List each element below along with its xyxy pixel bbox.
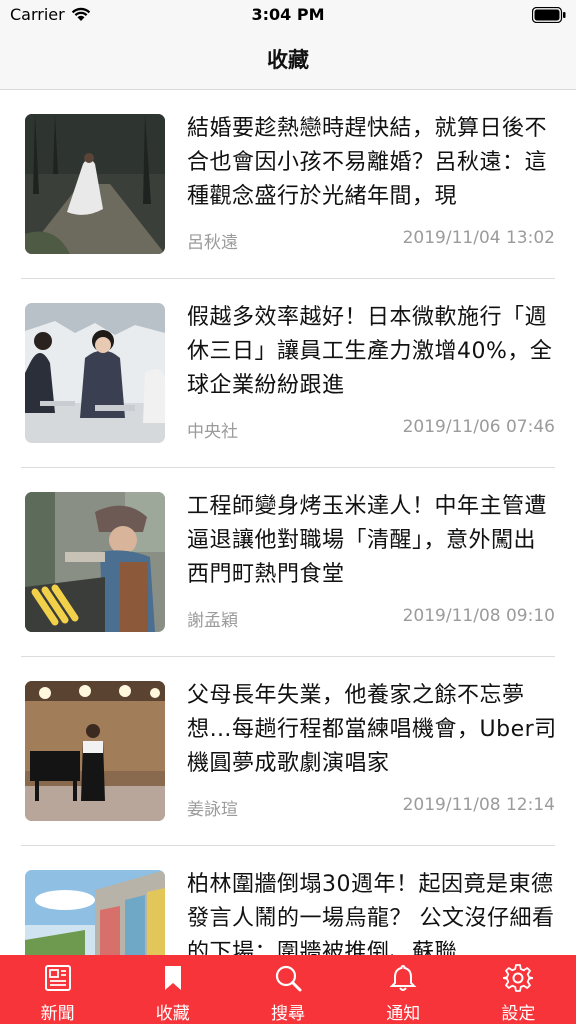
bookmark-icon bbox=[156, 961, 190, 995]
article-thumbnail bbox=[25, 114, 165, 254]
article-thumbnail bbox=[25, 492, 165, 632]
status-bar: Carrier 3:04 PM bbox=[0, 0, 576, 30]
article-title: 柏林圍牆倒塌30週年！起因竟是東德發言人鬧的一場烏龍？ 公文沒仔細看的下場：圍牆… bbox=[187, 872, 555, 955]
tab-bar: 新聞 收藏 搜尋 通知 設定 bbox=[0, 955, 576, 1024]
article-author: 呂秋遠 bbox=[187, 233, 238, 253]
list-item[interactable]: 假越多效率越好！日本微軟施行「週休三日」讓員工生產力激增40%，全球企業紛紛跟進… bbox=[0, 279, 576, 468]
tab-news[interactable]: 新聞 bbox=[0, 955, 115, 1024]
article-date: 2019/11/06 07:46 bbox=[402, 417, 555, 437]
search-icon bbox=[271, 961, 305, 995]
article-thumbnail bbox=[25, 303, 165, 443]
gear-icon bbox=[501, 961, 535, 995]
battery-icon bbox=[532, 7, 566, 23]
article-title: 父母長年失業，他養家之餘不忘夢想…每趟行程都當練唱機會，Uber司機圓夢成歌劇演… bbox=[187, 683, 557, 776]
list-item[interactable]: 結婚要趁熱戀時趕快結，就算日後不合也會因小孩不易離婚？呂秋遠：這種觀念盛行於光緒… bbox=[0, 90, 576, 279]
tab-label: 搜尋 bbox=[271, 1004, 305, 1024]
bell-icon bbox=[386, 961, 420, 995]
tab-label: 通知 bbox=[386, 1004, 421, 1024]
tab-label: 收藏 bbox=[155, 1004, 190, 1024]
article-title: 工程師變身烤玉米達人！中年主管遭逼退讓他對職場「清醒」，意外闖出西門町熱門食堂 bbox=[187, 494, 548, 587]
status-time: 3:04 PM bbox=[251, 5, 325, 24]
tab-label: 新聞 bbox=[40, 1004, 75, 1024]
list-item[interactable]: 工程師變身烤玉米達人！中年主管遭逼退讓他對職場「清醒」，意外闖出西門町熱門食堂 … bbox=[0, 468, 576, 657]
article-title: 假越多效率越好！日本微軟施行「週休三日」讓員工生產力激增40%，全球企業紛紛跟進 bbox=[187, 305, 553, 398]
navigation-bar: 收藏 bbox=[0, 30, 576, 90]
article-title: 結婚要趁熱戀時趕快結，就算日後不合也會因小孩不易離婚？呂秋遠：這種觀念盛行於光緒… bbox=[187, 116, 548, 209]
news-icon bbox=[41, 961, 75, 995]
tab-settings[interactable]: 設定 bbox=[461, 955, 576, 1024]
list-item[interactable]: 父母長年失業，他養家之餘不忘夢想…每趟行程都當練唱機會，Uber司機圓夢成歌劇演… bbox=[0, 657, 576, 846]
article-author: 謝孟穎 bbox=[187, 611, 238, 631]
list-item[interactable]: 柏林圍牆倒塌30週年！起因竟是東德發言人鬧的一場烏龍？ 公文沒仔細看的下場：圍牆… bbox=[0, 846, 576, 955]
article-author: 中央社 bbox=[187, 422, 238, 442]
page-title: 收藏 bbox=[267, 48, 309, 72]
article-author: 姜詠瑄 bbox=[187, 800, 238, 820]
favorites-list[interactable]: 結婚要趁熱戀時趕快結，就算日後不合也會因小孩不易離婚？呂秋遠：這種觀念盛行於光緒… bbox=[0, 90, 576, 955]
article-date: 2019/11/04 13:02 bbox=[402, 228, 555, 248]
tab-notifications[interactable]: 通知 bbox=[346, 955, 461, 1024]
tab-favorites[interactable]: 收藏 bbox=[115, 955, 230, 1024]
article-date: 2019/11/08 09:10 bbox=[402, 606, 555, 626]
tab-label: 設定 bbox=[501, 1004, 536, 1024]
article-date: 2019/11/08 12:14 bbox=[402, 795, 555, 815]
article-thumbnail bbox=[25, 681, 165, 821]
tab-search[interactable]: 搜尋 bbox=[230, 955, 345, 1024]
article-thumbnail bbox=[25, 870, 165, 955]
